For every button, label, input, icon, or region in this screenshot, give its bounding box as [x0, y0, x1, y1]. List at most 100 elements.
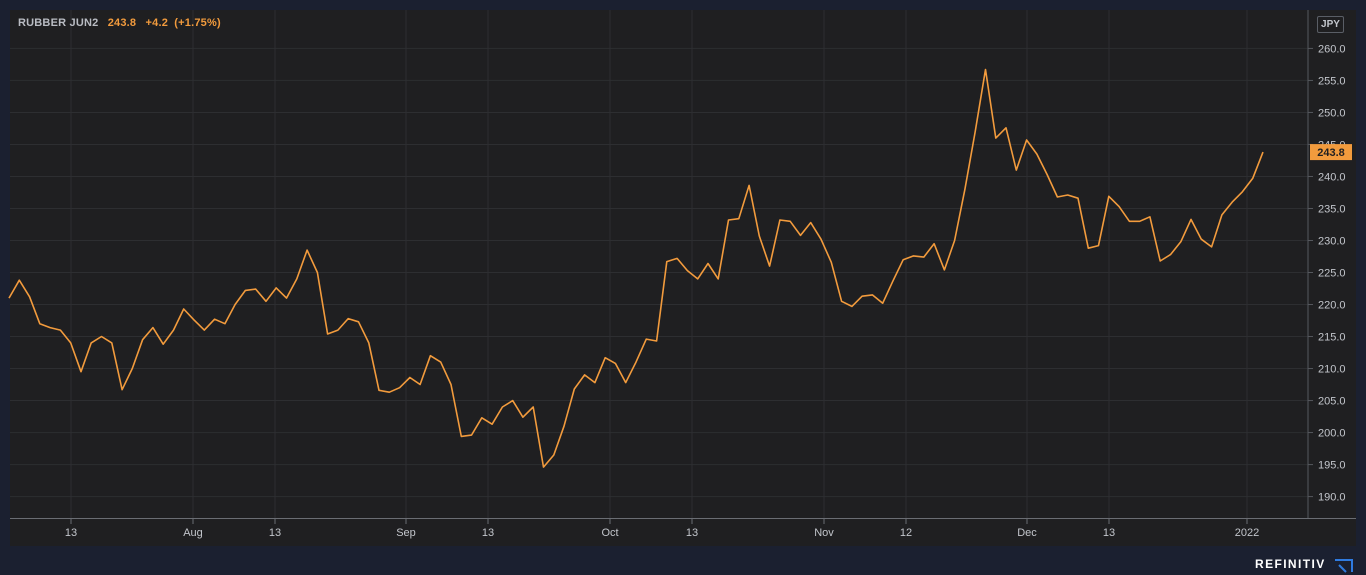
data-point — [306, 249, 308, 251]
y-tick-label: 240.0 — [1318, 171, 1346, 183]
data-point — [666, 261, 668, 263]
data-point — [851, 305, 853, 307]
data-point — [368, 342, 370, 344]
data-point — [892, 280, 894, 282]
x-tick-label: Sep — [396, 527, 416, 539]
data-point — [440, 361, 442, 363]
y-tick-label: 215.0 — [1318, 332, 1346, 344]
y-tick-label: 230.0 — [1318, 235, 1346, 247]
data-point — [1211, 246, 1213, 248]
data-point — [1241, 191, 1243, 193]
data-point — [327, 333, 329, 335]
data-point — [758, 235, 760, 237]
data-point — [121, 389, 123, 391]
x-tick-label: 13 — [482, 527, 494, 539]
data-point — [1149, 216, 1151, 218]
data-point — [90, 342, 92, 344]
data-point — [173, 329, 175, 331]
data-point — [275, 287, 277, 289]
y-tick-label: 210.0 — [1318, 364, 1346, 376]
data-point — [943, 269, 945, 271]
y-tick-label: 260.0 — [1318, 43, 1346, 55]
data-point — [573, 388, 575, 390]
data-point — [543, 466, 545, 468]
chart: 190.0 195.0 200.0 205.0 210.0 215.0 220.0 225.0… — [0, 0, 1366, 575]
data-point — [913, 255, 915, 257]
data-point — [131, 368, 133, 370]
data-point — [717, 278, 719, 280]
plot-area — [10, 10, 1356, 546]
data-point — [409, 377, 411, 379]
data-point — [902, 259, 904, 261]
data-point — [152, 327, 154, 329]
data-point — [861, 295, 863, 297]
data-point — [933, 243, 935, 245]
data-point — [80, 371, 82, 373]
data-point — [686, 270, 688, 272]
data-point — [8, 297, 10, 299]
data-point — [1128, 220, 1130, 222]
data-point — [841, 300, 843, 302]
price-change-percent: (+1.75%) — [174, 17, 221, 29]
data-point — [923, 256, 925, 258]
data-point — [1005, 127, 1007, 129]
data-point — [625, 382, 627, 384]
data-point — [584, 374, 586, 376]
data-point — [286, 297, 288, 299]
y-tick-label: 195.0 — [1318, 460, 1346, 472]
data-point — [1252, 177, 1254, 179]
data-point — [59, 329, 61, 331]
data-point — [214, 318, 216, 320]
y-tick-label: 220.0 — [1318, 300, 1346, 312]
data-point — [1180, 241, 1182, 243]
data-point — [738, 218, 740, 220]
instrument-symbol: RUBBER JUN2 — [18, 17, 99, 29]
data-point — [830, 261, 832, 263]
x-tick-label: 13 — [269, 527, 281, 539]
data-point — [39, 323, 41, 325]
x-tick-label: Nov — [814, 527, 834, 539]
data-point — [1015, 169, 1017, 171]
data-point — [995, 137, 997, 139]
data-point — [399, 387, 401, 389]
data-point — [635, 361, 637, 363]
data-point — [1067, 194, 1069, 196]
instrument-header: RUBBER JUN2 243.8 +4.2 (+1.75%) — [18, 17, 221, 29]
y-tick-label: 255.0 — [1318, 75, 1346, 87]
data-point — [748, 184, 750, 186]
data-point — [358, 321, 360, 323]
data-point — [1087, 247, 1089, 249]
data-point — [419, 384, 421, 386]
data-point — [255, 288, 257, 290]
data-point — [203, 329, 205, 331]
data-point — [183, 308, 185, 310]
data-point — [337, 329, 339, 331]
brand-logo: REFINITIV — [1255, 557, 1326, 571]
data-point — [697, 278, 699, 280]
x-tick-label: 13 — [65, 527, 77, 539]
data-point — [882, 302, 884, 304]
data-point — [676, 257, 678, 259]
data-point — [296, 278, 298, 280]
last-price: 243.8 — [107, 17, 137, 29]
data-point — [614, 362, 616, 364]
y-tick-label: 190.0 — [1318, 492, 1346, 504]
data-point — [522, 416, 524, 418]
data-point — [49, 327, 51, 329]
x-tick-label: Aug — [183, 527, 203, 539]
last-value-marker: 243.8 — [1310, 144, 1352, 161]
data-point — [1056, 196, 1058, 198]
data-point — [779, 219, 781, 221]
data-point — [18, 279, 20, 281]
data-point — [244, 289, 246, 291]
data-point — [481, 417, 483, 419]
data-point — [1118, 206, 1120, 208]
currency-button[interactable]: JPY — [1317, 16, 1344, 33]
x-tick-label: 2022 — [1235, 527, 1259, 539]
data-point — [1200, 238, 1202, 240]
data-point — [553, 454, 555, 456]
data-point — [769, 265, 771, 267]
data-point — [1159, 260, 1161, 262]
data-point — [871, 294, 873, 296]
data-point — [265, 300, 267, 302]
